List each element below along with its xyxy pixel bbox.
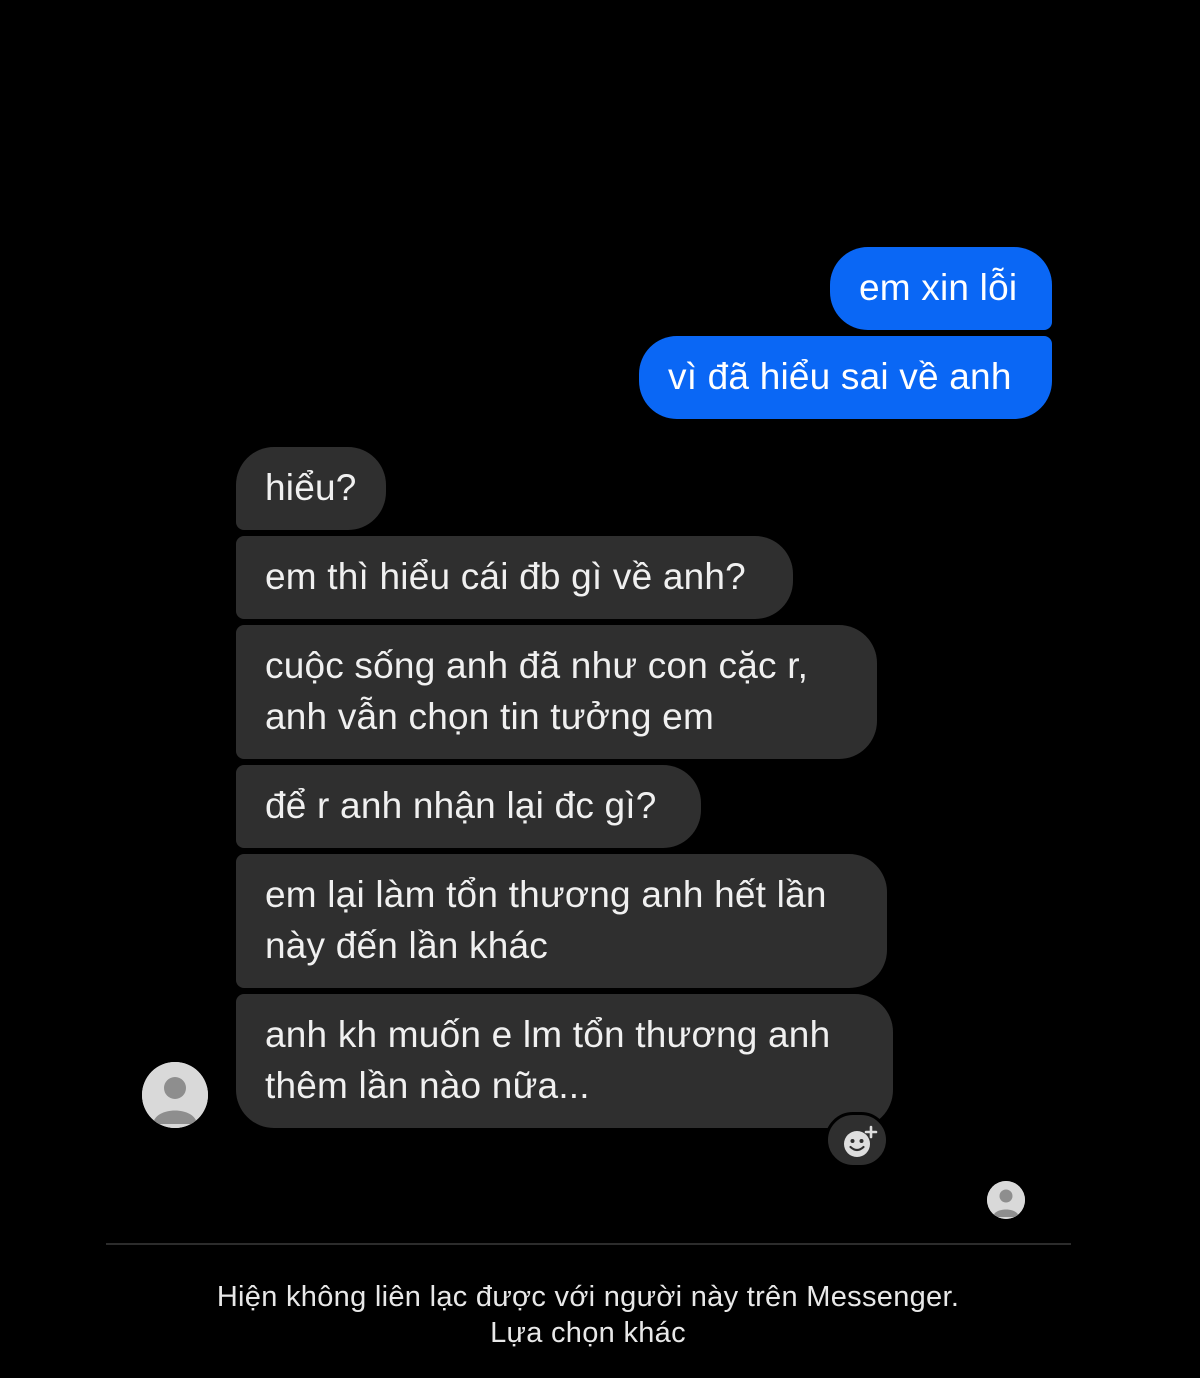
outgoing-message[interactable]: vì đã hiểu sai về anh — [639, 336, 1052, 419]
add-reaction-icon — [844, 1125, 878, 1157]
message-text: để r anh nhận lại đc gì? — [265, 785, 657, 826]
contact-avatar[interactable] — [142, 1062, 208, 1128]
outgoing-message[interactable]: em xin lỗi — [830, 247, 1052, 330]
incoming-message[interactable]: em thì hiểu cái đb gì về anh? — [236, 536, 793, 619]
incoming-message[interactable]: anh kh muốn e lm tổn thương anh thêm lần… — [236, 994, 893, 1128]
message-text-line: em lại làm tổn thương anh hết lần — [265, 874, 827, 915]
add-reaction-button[interactable] — [825, 1112, 889, 1168]
incoming-message[interactable]: cuộc sống anh đã như con cặc r, anh vẫn … — [236, 625, 877, 759]
message-text-line: cuộc sống anh đã như con cặc r, — [265, 645, 809, 686]
message-text-line: anh kh muốn e lm tổn thương anh — [265, 1014, 831, 1055]
message-text-line: thêm lần nào nữa... — [265, 1065, 590, 1106]
incoming-message[interactable]: để r anh nhận lại đc gì? — [236, 765, 701, 848]
default-avatar-icon — [142, 1062, 208, 1128]
message-text: em xin lỗi — [859, 267, 1018, 308]
seen-receipt-avatar — [987, 1181, 1025, 1219]
incoming-message[interactable]: hiểu? — [236, 447, 386, 530]
seen-avatar-icon — [987, 1181, 1025, 1219]
message-text: vì đã hiểu sai về anh — [668, 356, 1012, 397]
message-text: em thì hiểu cái đb gì về anh? — [265, 556, 746, 597]
unavailable-notice: Hiện không liên lạc được với người này t… — [216, 1281, 960, 1313]
incoming-message[interactable]: em lại làm tổn thương anh hết lần này đế… — [236, 854, 887, 988]
message-text-line: này đến lần khác — [265, 925, 548, 966]
other-options-link[interactable]: Lựa chọn khác — [0, 1315, 1176, 1351]
message-text-line: anh vẫn chọn tin tưởng em — [265, 696, 714, 737]
message-text: hiểu? — [265, 467, 357, 508]
footer-divider — [106, 1243, 1071, 1245]
